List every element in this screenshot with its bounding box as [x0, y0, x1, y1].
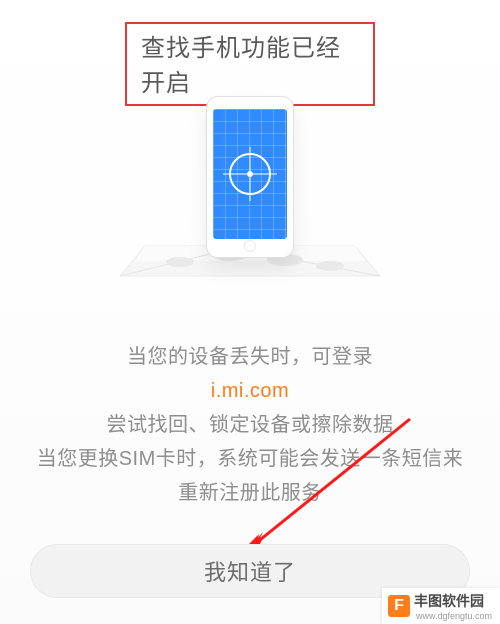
info-line-3: 当您更换SIM卡时，系统可能会发送一条短信来重新注册此服务 [37, 448, 464, 504]
phone-home-button-icon [244, 240, 256, 252]
info-line-1: 当您的设备丢失时，可登录 [127, 346, 373, 368]
watermark-name: 丰图软件园 [414, 591, 492, 611]
illustration [120, 96, 380, 296]
info-url: i.mi.com [30, 374, 470, 408]
phone-screen [213, 109, 287, 239]
info-text: 当您的设备丢失时，可登录 i.mi.com 尝试找回、锁定设备或擦除数据 当您更… [30, 340, 470, 510]
locator-ring-icon [229, 153, 271, 195]
page-title: 查找手机功能已经开启 [141, 35, 341, 97]
phone-icon [206, 96, 294, 258]
info-line-2: 尝试找回、锁定设备或擦除数据 [107, 414, 394, 436]
title-highlight-box: 查找手机功能已经开启 [125, 22, 375, 106]
watermark-site: www.dgfengtu.com [416, 611, 492, 621]
watermark: F 丰图软件园 www.dgfengtu.com [382, 588, 500, 624]
screen: 查找手机功能已经开启 当您的设备丢失时，可登录 i.mi.com 尝 [0, 0, 500, 624]
watermark-logo-icon: F [388, 595, 410, 617]
